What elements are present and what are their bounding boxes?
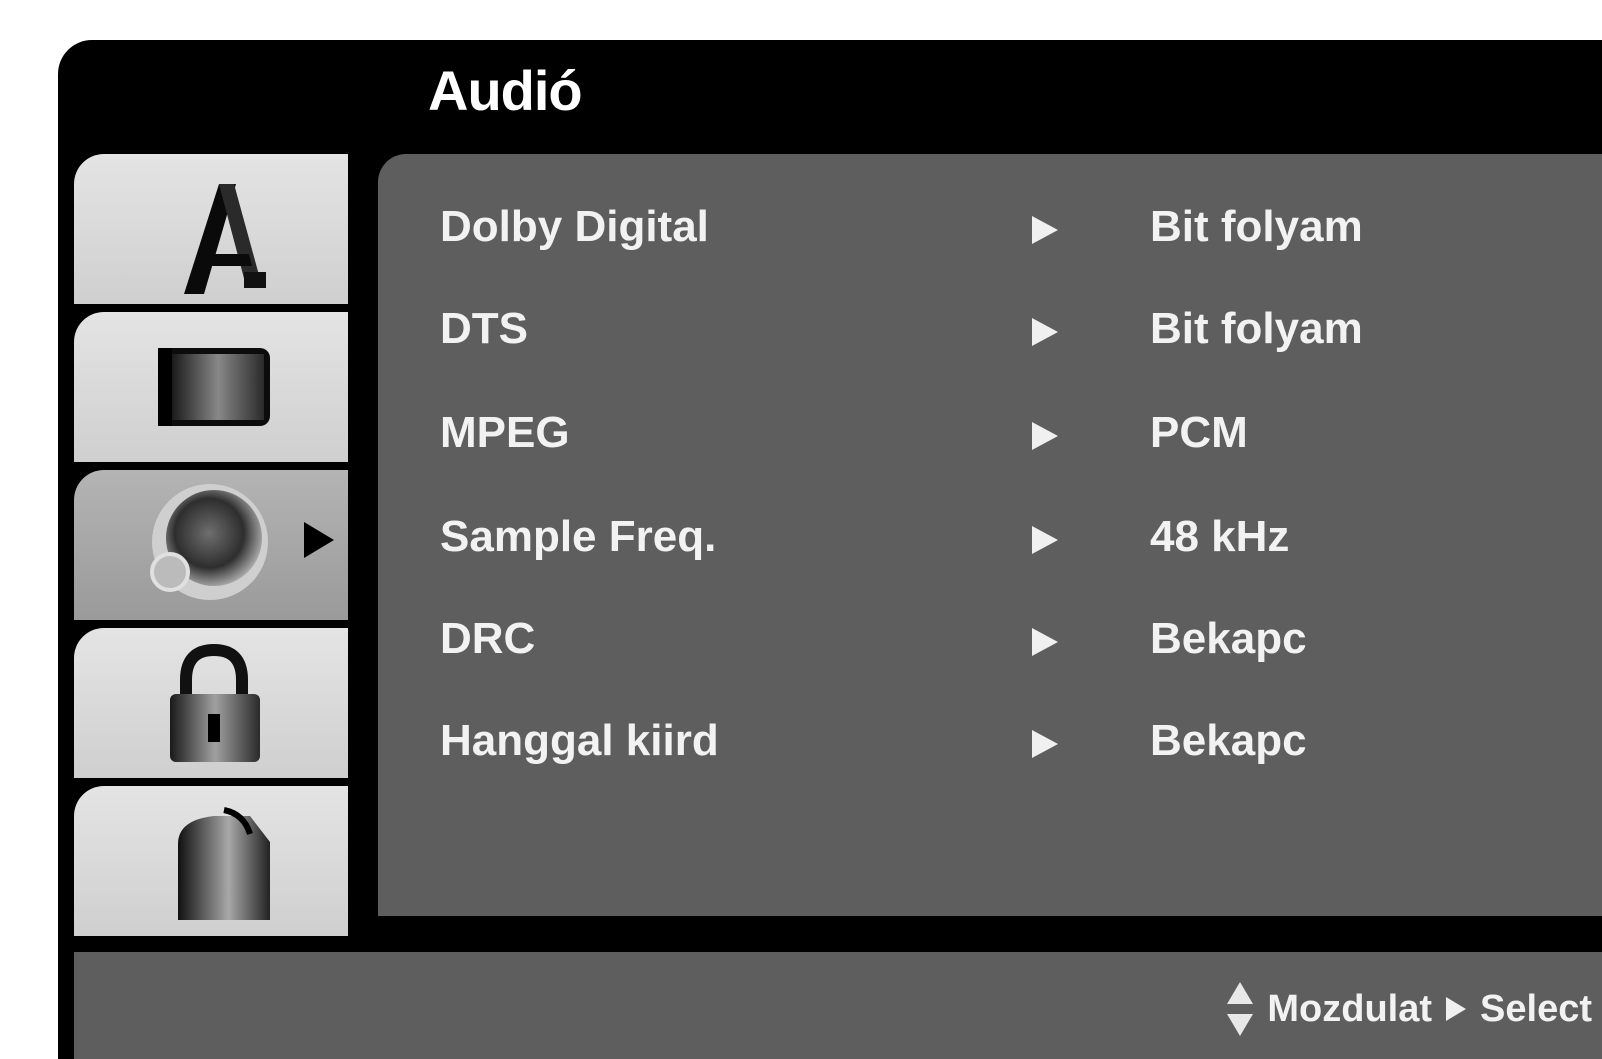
setting-label: MPEG	[440, 408, 570, 457]
setting-row-vocal[interactable]: Hanggal kiird Bekapc	[440, 716, 1540, 776]
settings-panel: Dolby Digital Bit folyam DTS Bit folyam …	[378, 154, 1602, 916]
right-arrow-icon	[1032, 730, 1058, 758]
setting-value: Bit folyam	[1150, 202, 1363, 251]
setting-value: 48 kHz	[1150, 512, 1290, 561]
select-label: Select	[1480, 987, 1592, 1030]
right-arrow-icon	[1446, 997, 1467, 1021]
language-icon	[184, 184, 266, 294]
setting-label: Sample Freq.	[440, 512, 717, 561]
tab-lock[interactable]	[74, 628, 348, 778]
setting-row-drc[interactable]: DRC Bekapc	[440, 614, 1540, 674]
setting-row-sample-freq[interactable]: Sample Freq. 48 kHz	[440, 512, 1540, 572]
tab-language[interactable]	[74, 154, 348, 304]
tab-audio[interactable]	[74, 470, 348, 620]
help-bar: Mozdulat Select	[74, 952, 1602, 1059]
display-icon	[158, 348, 270, 426]
right-arrow-icon	[1032, 526, 1058, 554]
setting-row-dts[interactable]: DTS Bit folyam	[440, 304, 1540, 364]
right-arrow-icon	[1032, 216, 1058, 244]
setup-menu-window: Audió Dolby Digital Bit folyam DTS Bit f…	[58, 40, 1602, 1059]
others-icon	[178, 807, 270, 920]
right-arrow-icon	[1032, 318, 1058, 346]
tab-others[interactable]	[74, 786, 348, 936]
move-label: Mozdulat	[1267, 987, 1433, 1030]
tab-display[interactable]	[74, 312, 348, 462]
setting-label: DRC	[440, 614, 536, 663]
setting-label: Hanggal kiird	[440, 716, 719, 765]
right-arrow-icon	[1032, 628, 1058, 656]
right-arrow-icon	[1032, 422, 1058, 450]
setting-label: DTS	[440, 304, 528, 353]
setting-label: Dolby Digital	[440, 202, 709, 251]
selected-tab-arrow-icon	[304, 522, 334, 558]
menu-title: Audió	[428, 59, 583, 122]
navigation-help: Mozdulat Select	[1225, 980, 1592, 1038]
lock-icon	[170, 643, 260, 762]
setting-value: Bit folyam	[1150, 304, 1363, 353]
setting-row-dolby-digital[interactable]: Dolby Digital Bit folyam	[440, 202, 1540, 262]
setting-value: Bekapc	[1150, 614, 1307, 663]
up-down-arrows-icon	[1225, 980, 1255, 1038]
setting-row-mpeg[interactable]: MPEG PCM	[440, 408, 1540, 468]
setting-value: PCM	[1150, 408, 1248, 457]
setting-value: Bekapc	[1150, 716, 1307, 765]
